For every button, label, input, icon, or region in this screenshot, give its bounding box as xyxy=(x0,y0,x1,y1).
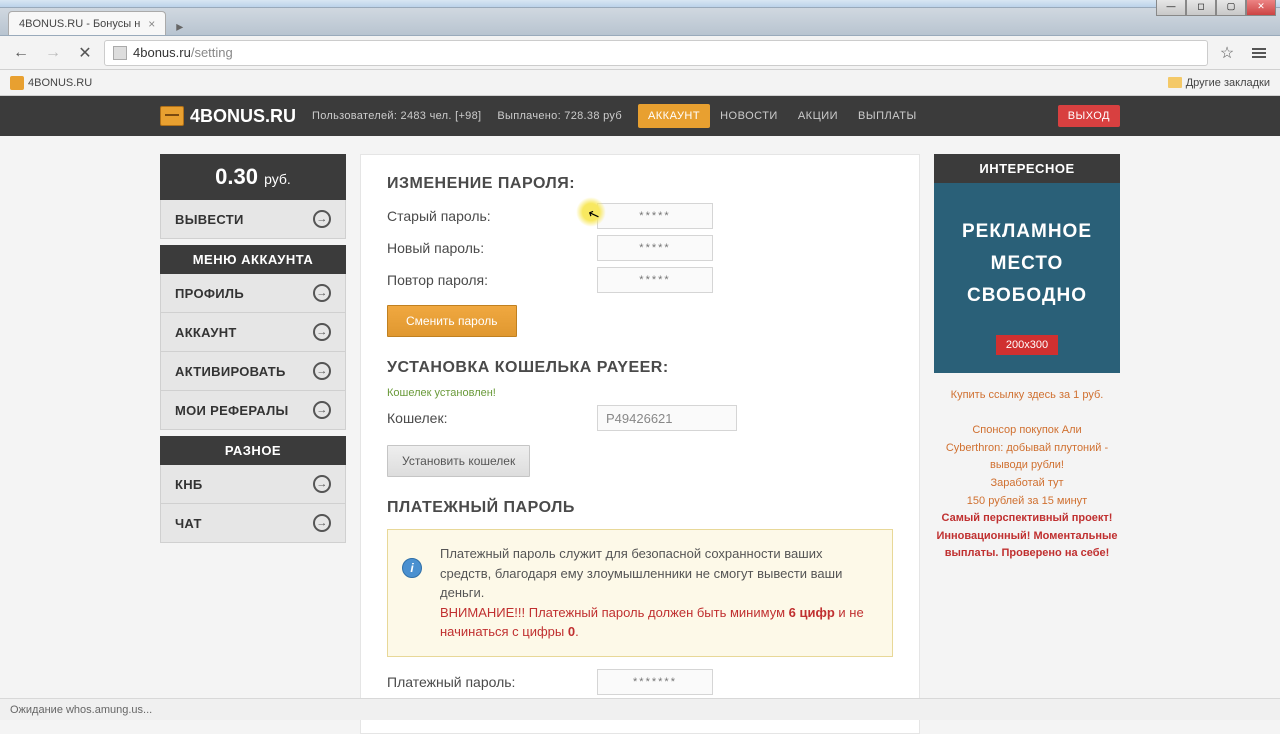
sidebar-item-account[interactable]: АККАУНТ xyxy=(160,313,346,352)
repeat-password-input[interactable] xyxy=(597,267,713,293)
main-panel: ИЗМЕНЕНИЕ ПАРОЛЯ: Старый пароль: Новый п… xyxy=(360,154,920,734)
stats-paid: Выплачено: 728.38 руб xyxy=(497,110,622,122)
stop-button[interactable]: ✕ xyxy=(72,40,98,66)
withdraw-button[interactable]: ВЫВЕСТИ xyxy=(160,200,346,239)
best-link-1[interactable]: Самый перспективный проект! xyxy=(934,510,1120,528)
logo-icon xyxy=(160,106,184,126)
repeat-password-label: Повтор пароля: xyxy=(387,272,597,288)
sponsor-link-1[interactable]: Спонсор покупок Али xyxy=(934,422,1120,440)
new-password-input[interactable] xyxy=(597,235,713,261)
wallet-set-note: Кошелек установлен! xyxy=(387,387,893,399)
header-nav: АККАУНТ НОВОСТИ АКЦИИ ВЫПЛАТЫ xyxy=(638,104,927,128)
bookmark-star-icon[interactable]: ☆ xyxy=(1214,40,1240,66)
balance-box: 0.30 руб. xyxy=(160,154,346,200)
set-wallet-button[interactable]: Установить кошелек xyxy=(387,445,530,477)
change-password-button[interactable]: Сменить пароль xyxy=(387,305,517,337)
window-minimize[interactable]: — xyxy=(1156,0,1186,16)
ad-header: ИНТЕРЕСНОЕ xyxy=(934,154,1120,183)
tab-close-icon[interactable]: × xyxy=(148,17,155,31)
arrow-icon xyxy=(313,514,331,532)
sidebar-other-title: РАЗНОЕ xyxy=(160,436,346,465)
sidebar-menu-title: МЕНЮ АККАУНТА xyxy=(160,245,346,274)
exit-button[interactable]: ВЫХОД xyxy=(1058,105,1120,127)
old-password-input[interactable] xyxy=(597,203,713,229)
bookmark-bar: 4BONUS.RU Другие закладки xyxy=(0,70,1280,96)
ad-size-badge: 200x300 xyxy=(996,335,1058,355)
window-restore[interactable]: ◻ xyxy=(1186,0,1216,16)
arrow-icon xyxy=(313,210,331,228)
arrow-icon xyxy=(313,362,331,380)
status-bar: Ожидание whos.amung.us... xyxy=(0,698,1280,720)
sidebar-item-activate[interactable]: АКТИВИРОВАТЬ xyxy=(160,352,346,391)
hamburger-icon xyxy=(1252,48,1266,58)
sponsor-link-3[interactable]: Заработай тут xyxy=(934,475,1120,493)
sidebar: 0.30 руб. ВЫВЕСТИ МЕНЮ АККАУНТА ПРОФИЛЬ … xyxy=(160,154,346,734)
payment-password-input[interactable] xyxy=(597,669,713,695)
sponsor-link-4[interactable]: 150 рублей за 15 минут xyxy=(934,493,1120,511)
window-titlebar: — ◻ ▢ ✕ xyxy=(0,0,1280,8)
ad-links: Купить ссылку здесь за 1 руб. Спонсор по… xyxy=(934,387,1120,563)
browser-tab[interactable]: 4BONUS.RU - Бонусы н × xyxy=(8,11,166,35)
payment-password-label: Платежный пароль: xyxy=(387,674,597,690)
new-password-label: Новый пароль: xyxy=(387,240,597,256)
wallet-input[interactable] xyxy=(597,405,737,431)
page-content: 0.30 руб. ВЫВЕСТИ МЕНЮ АККАУНТА ПРОФИЛЬ … xyxy=(160,136,1120,734)
wallet-label: Кошелек: xyxy=(387,410,597,426)
sponsor-link-2[interactable]: Cyberthron: добывай плутоний - выводи ру… xyxy=(934,440,1120,475)
address-bar: ← → ✕ 4bonus.ru/setting ☆ xyxy=(0,36,1280,70)
right-column: ИНТЕРЕСНОЕ РЕКЛАМНОЕ МЕСТО СВОБОДНО 200x… xyxy=(934,154,1120,734)
sidebar-item-knb[interactable]: КНБ xyxy=(160,465,346,504)
password-section-title: ИЗМЕНЕНИЕ ПАРОЛЯ: xyxy=(387,175,893,193)
sidebar-item-referrals[interactable]: МОИ РЕФЕРАЛЫ xyxy=(160,391,346,430)
ad-banner[interactable]: РЕКЛАМНОЕ МЕСТО СВОБОДНО 200x300 xyxy=(934,183,1120,373)
other-bookmarks[interactable]: Другие закладки xyxy=(1168,77,1270,89)
page-icon xyxy=(113,46,127,60)
wallet-section-title: УСТАНОВКА КОШЕЛЬКА PAYEER: xyxy=(387,359,893,377)
tab-title: 4BONUS.RU - Бонусы н xyxy=(19,18,140,30)
arrow-icon xyxy=(313,475,331,493)
buy-link[interactable]: Купить ссылку здесь за 1 руб. xyxy=(934,387,1120,405)
window-maximize[interactable]: ▢ xyxy=(1216,0,1246,16)
info-box: i Платежный пароль служит для безопасной… xyxy=(387,529,893,657)
stats-users: Пользователей: 2483 чел. [+98] xyxy=(312,110,481,122)
site-header: 4BONUS.RU Пользователей: 2483 чел. [+98]… xyxy=(0,96,1280,136)
nav-news[interactable]: НОВОСТИ xyxy=(710,104,788,128)
arrow-icon xyxy=(313,323,331,341)
info-icon: i xyxy=(402,558,422,578)
nav-promo[interactable]: АКЦИИ xyxy=(788,104,848,128)
payment-password-title: ПЛАТЕЖНЫЙ ПАРОЛЬ xyxy=(387,499,893,517)
sidebar-item-chat[interactable]: ЧАТ xyxy=(160,504,346,543)
nav-payouts[interactable]: ВЫПЛАТЫ xyxy=(848,104,927,128)
back-button[interactable]: ← xyxy=(8,40,34,66)
site-logo[interactable]: 4BONUS.RU xyxy=(160,106,296,127)
window-close[interactable]: ✕ xyxy=(1246,0,1276,16)
url-input[interactable]: 4bonus.ru/setting xyxy=(104,40,1208,66)
folder-icon xyxy=(1168,77,1182,88)
browser-menu-button[interactable] xyxy=(1246,40,1272,66)
sidebar-item-profile[interactable]: ПРОФИЛЬ xyxy=(160,274,346,313)
tab-strip: 4BONUS.RU - Бонусы н × ▸ xyxy=(0,8,1280,36)
old-password-label: Старый пароль: xyxy=(387,208,597,224)
forward-button[interactable]: → xyxy=(40,40,66,66)
bookmark-favicon xyxy=(10,76,24,90)
new-tab-button[interactable]: ▸ xyxy=(170,18,189,35)
bookmark-item[interactable]: 4BONUS.RU xyxy=(10,76,92,90)
best-link-2[interactable]: Инновационный! Моментальные выплаты. Про… xyxy=(934,528,1120,563)
arrow-icon xyxy=(313,401,331,419)
arrow-icon xyxy=(313,284,331,302)
nav-account[interactable]: АККАУНТ xyxy=(638,104,710,128)
